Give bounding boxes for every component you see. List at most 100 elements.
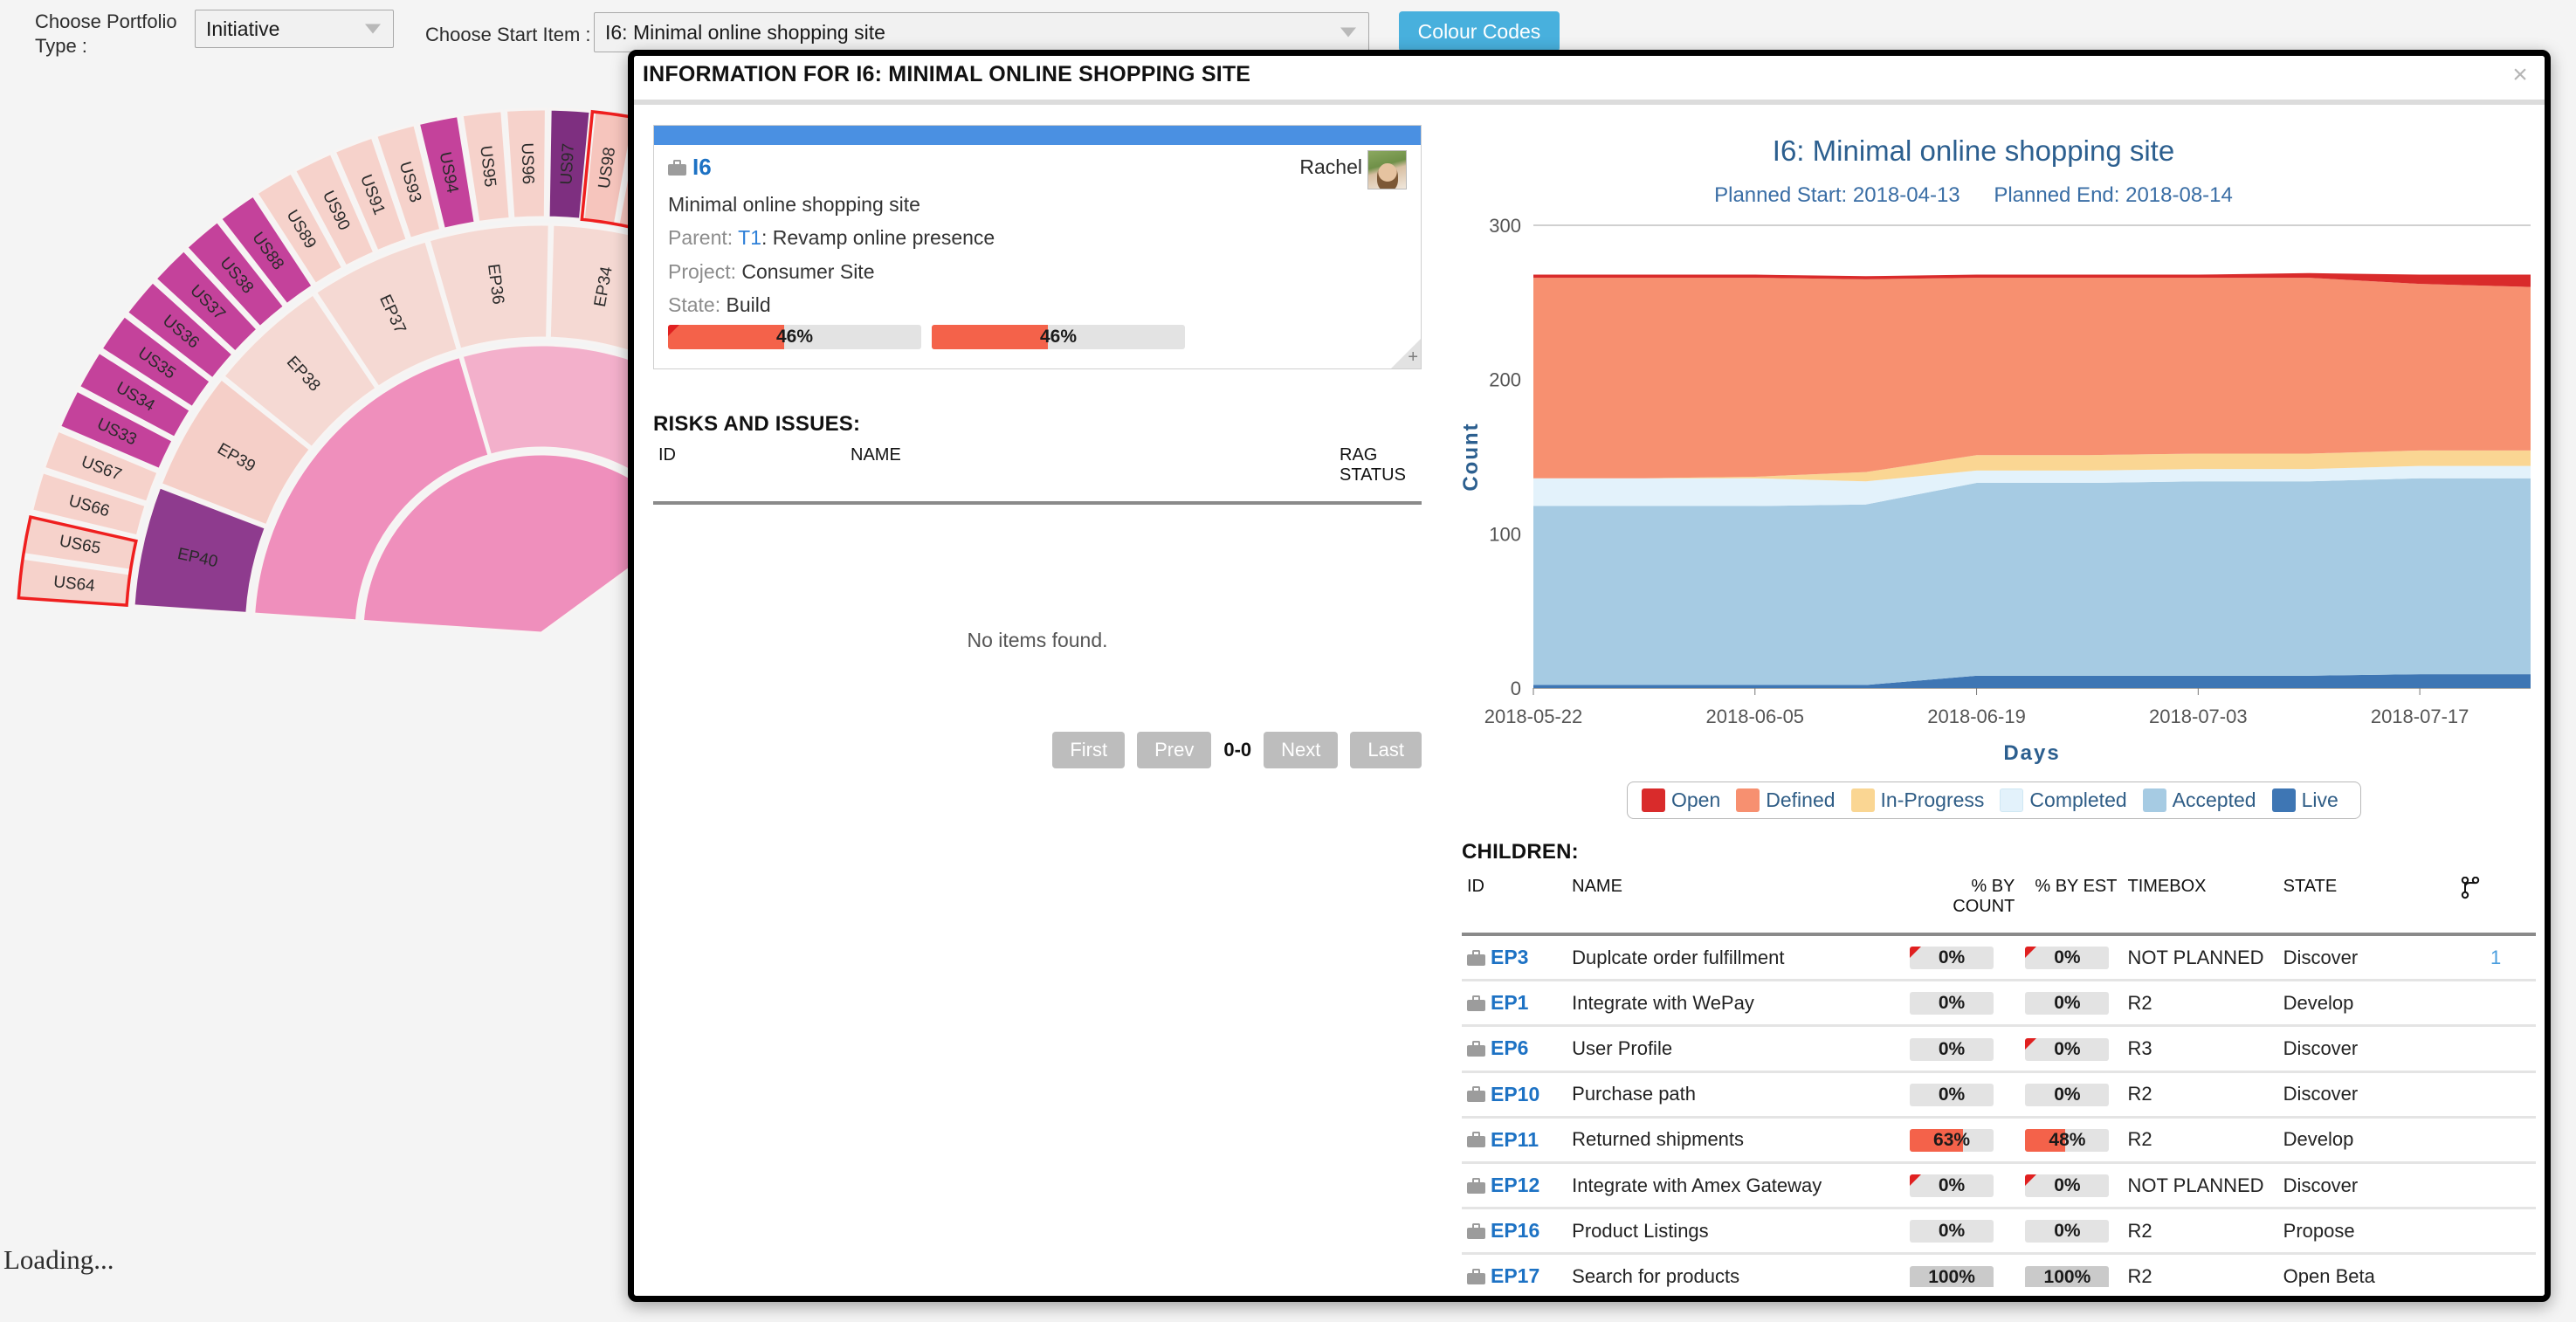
legend-item-open[interactable]: Open xyxy=(1642,788,1720,812)
child-pct-by-est-cell: 0% xyxy=(2020,980,2123,1028)
briefcase-icon xyxy=(1467,1177,1485,1194)
child-id-link[interactable]: EP3 xyxy=(1491,946,1528,969)
svg-text:2018-05-22: 2018-05-22 xyxy=(1484,706,1583,727)
legend-swatch-completed xyxy=(2000,788,2024,812)
legend-swatch-accepted xyxy=(2142,788,2166,812)
chart-svg[interactable]: 0 100 200 300 2018-05-22 2018-06-05 2018-06-1… xyxy=(1455,217,2546,775)
child-id-cell[interactable]: EP11 xyxy=(1462,1117,1567,1164)
child-id-cell[interactable]: EP12 xyxy=(1462,1162,1567,1210)
pager-prev-button[interactable]: Prev xyxy=(1137,732,1212,768)
progress-bar: 48% xyxy=(2025,1128,2110,1152)
child-id-cell[interactable]: EP10 xyxy=(1462,1071,1567,1119)
progress-value: 0% xyxy=(1938,1084,1966,1105)
progress-by-estimate: 46% xyxy=(932,325,1185,349)
item-info-card[interactable]: Rachel I6 Minimal online shopping site P… xyxy=(653,125,1422,369)
child-dependencies-cell xyxy=(2455,1208,2536,1256)
child-state-cell: Propose xyxy=(2277,1208,2456,1256)
child-id-link[interactable]: EP12 xyxy=(1491,1174,1539,1197)
colour-codes-button[interactable]: Colour Codes xyxy=(1399,11,1560,52)
briefcase-icon xyxy=(668,159,686,176)
child-timebox-cell: R2 xyxy=(2122,1071,2278,1119)
table-row[interactable]: EP12 Integrate with Amex Gateway 0% 0% NOT P… xyxy=(1462,1162,2536,1210)
child-id-link[interactable]: EP11 xyxy=(1491,1128,1539,1152)
table-row[interactable]: EP10 Purchase path 0% 0% R2 Discover xyxy=(1462,1071,2536,1119)
card-parent-id[interactable]: T1 xyxy=(738,226,761,249)
progress-bar: 0% xyxy=(1910,1174,1994,1198)
table-bottom-mask xyxy=(634,1287,2545,1296)
risks-column-id: ID xyxy=(658,445,676,465)
dialog-header: INFORMATION FOR I6: MINIMAL ONLINE SHOPP… xyxy=(634,56,2545,105)
child-dependencies-cell[interactable]: 1 xyxy=(2455,934,2536,982)
child-id-link[interactable]: EP16 xyxy=(1491,1219,1539,1243)
risks-table: ID NAME RAG STATUS xyxy=(653,438,1422,505)
children-section-title: CHILDREN: xyxy=(1462,840,1579,864)
legend-item-live[interactable]: Live xyxy=(2271,788,2338,812)
child-id-cell[interactable]: EP3 xyxy=(1462,934,1567,982)
child-state-cell: Internal Release xyxy=(2278,1299,2456,1302)
children-table-body: EP3 Duplcate order fulfillment 0% 0% NOT PLA… xyxy=(1462,934,2536,1302)
portfolio-type-select[interactable]: Initiative xyxy=(195,10,394,48)
child-id-cell[interactable]: EP1 xyxy=(1462,980,1567,1028)
children-column-dependencies xyxy=(2455,870,2536,934)
child-id-link[interactable]: EP6 xyxy=(1491,1036,1528,1060)
card-project-value: Consumer Site xyxy=(741,259,875,283)
progress-value: 100% xyxy=(2043,1266,2091,1287)
legend-item-accepted[interactable]: Accepted xyxy=(2142,788,2256,812)
dialog-title: INFORMATION FOR I6: MINIMAL ONLINE SHOPP… xyxy=(643,62,1251,86)
briefcase-icon xyxy=(1467,1132,1485,1148)
child-pct-by-est-cell: 0% xyxy=(2020,1162,2123,1210)
progress-bar: 0% xyxy=(1910,992,1994,1016)
table-row[interactable]: EP6 User Profile 0% 0% R3 Discover xyxy=(1462,1025,2536,1073)
pager-first-button[interactable]: First xyxy=(1052,732,1126,768)
portfolio-type-value: Initiative xyxy=(206,17,280,40)
legend-swatch-open xyxy=(1642,788,1665,812)
child-dependencies-cell xyxy=(2455,1162,2536,1210)
legend-label: Accepted xyxy=(2172,788,2256,811)
start-item-select[interactable]: I6: Minimal online shopping site xyxy=(594,12,1369,52)
child-id-link[interactable]: EP1 xyxy=(1491,991,1528,1015)
table-row[interactable]: EP11 Returned shipments 63% 48% R2 Develop xyxy=(1462,1117,2536,1164)
legend-label: Open xyxy=(1671,788,1721,811)
legend-label: Live xyxy=(2301,788,2338,811)
card-progress-bars: 46% 46% xyxy=(668,325,1185,349)
child-id-cell[interactable]: EP6 xyxy=(1462,1025,1567,1073)
child-dependencies-cell xyxy=(2455,980,2536,1028)
child-id-cell[interactable]: EP20 xyxy=(1462,1299,1567,1302)
progress-value: 0% xyxy=(2054,1084,2081,1105)
briefcase-icon xyxy=(1467,1040,1485,1057)
owner-name: Rachel xyxy=(1299,155,1362,178)
legend-item-defined[interactable]: Defined xyxy=(1736,788,1836,812)
legend-label: Completed xyxy=(2029,788,2127,811)
children-column-pct-by-est: % BY EST xyxy=(2035,877,2118,896)
chart-legend[interactable]: Open Defined In-Progress Completed Accepted L… xyxy=(1627,781,2361,819)
table-row[interactable]: EP20Homepage100%100%R1Internal Release xyxy=(1462,1299,2536,1302)
chevron-down-icon xyxy=(1340,27,1356,38)
pager-last-button[interactable]: Last xyxy=(1350,732,1422,768)
right-pane: I6: Minimal online shopping site Planned… xyxy=(1455,105,2546,1302)
child-id-cell[interactable]: EP16 xyxy=(1462,1208,1567,1256)
dependency-count[interactable]: 1 xyxy=(2490,947,2501,968)
risks-column-rag-status: RAG STATUS xyxy=(1340,445,1406,485)
card-id-link[interactable]: I6 xyxy=(692,154,712,181)
child-state-cell: Discover xyxy=(2277,934,2456,982)
red-flag-icon xyxy=(2025,947,2037,959)
child-dependencies-cell xyxy=(2455,1071,2536,1119)
close-icon[interactable]: × xyxy=(2504,59,2536,91)
child-id-link[interactable]: EP10 xyxy=(1491,1083,1539,1106)
risks-column-name: NAME xyxy=(851,445,901,465)
cumulative-flow-chart[interactable]: 0 100 200 300 2018-05-22 2018-06-05 2018-06-1… xyxy=(1455,217,2546,775)
chart-x-axis-label: Days xyxy=(2003,741,2060,765)
briefcase-icon xyxy=(1467,1086,1485,1103)
table-row[interactable]: EP16 Product Listings 0% 0% R2 Propose xyxy=(1462,1208,2536,1256)
legend-item-in-progress[interactable]: In-Progress xyxy=(1850,788,1984,812)
table-row[interactable]: EP1 Integrate with WePay 0% 0% R2 Develop xyxy=(1462,980,2536,1028)
child-dependencies-cell xyxy=(2455,1025,2536,1073)
pager-next-button[interactable]: Next xyxy=(1264,732,1339,768)
card-state-label: State: xyxy=(668,293,721,317)
card-resize-handle[interactable]: + xyxy=(1408,348,1418,368)
chevron-down-icon xyxy=(365,24,381,34)
legend-item-completed[interactable]: Completed xyxy=(2000,788,2127,812)
child-id-link[interactable]: EP17 xyxy=(1491,1264,1539,1288)
table-row[interactable]: EP3 Duplcate order fulfillment 0% 0% NOT PLA… xyxy=(1462,934,2536,982)
child-name-cell: Integrate with WePay xyxy=(1567,980,1905,1028)
